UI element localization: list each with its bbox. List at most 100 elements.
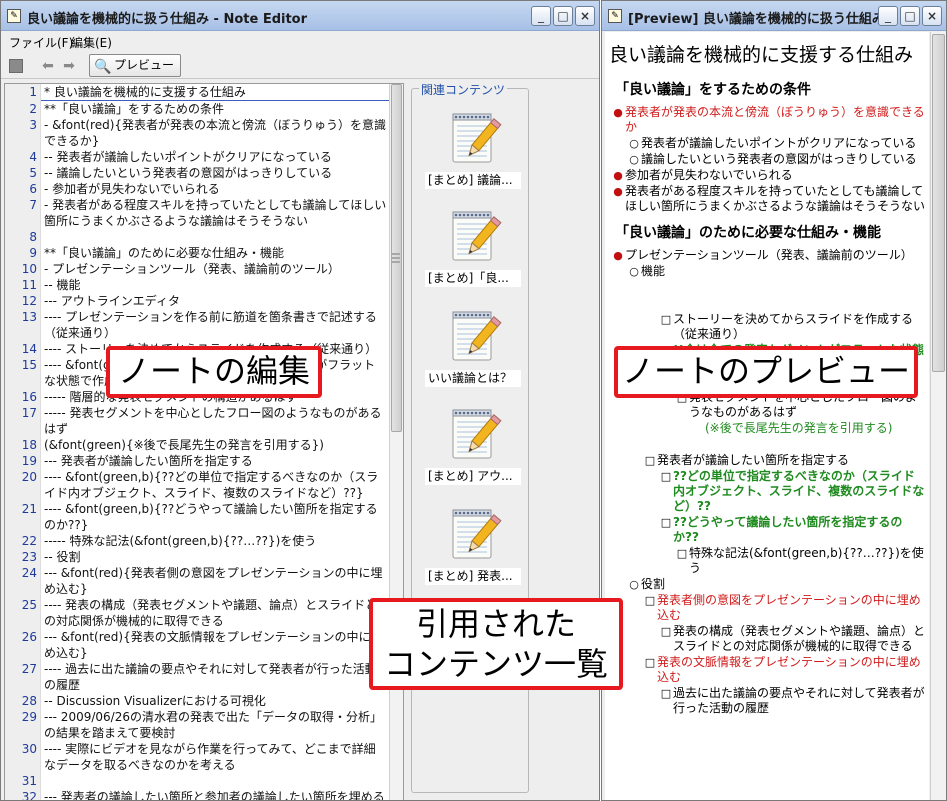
menu-file[interactable]: ファイル(F) [9,34,73,51]
line-text[interactable]: --- 2009/06/26の清水君の発表で出た「データの取得・分析」の結果を踏… [41,709,389,741]
code-line[interactable]: 27 ---- 過去に出た議論の要点やそれに対して発表者が行った活動の履歴 [5,661,389,693]
code-line[interactable]: 8 [5,229,389,245]
code-line[interactable]: 3 - &font(red){発表者が発表の本流と傍流（ぼうりゅう）を意識できるか… [5,117,389,149]
minimize-button[interactable]: _ [531,6,551,26]
list-bullet-icon: □ [644,656,656,669]
code-line[interactable]: 17 ----- 発表セグメントを中心としたフロー図のようなものがあるはず [5,405,389,437]
preview-list-item: ● 参加者が見失わないでいられる [609,168,925,183]
related-note-caption[interactable]: [まとめ]「良... [425,270,521,287]
code-lines[interactable]: 1 * 良い議論を機械的に支援する仕組み 2 **「良い議論」をするための条件 3 - &… [5,84,389,801]
related-note-caption[interactable]: いい議論とは？ [425,370,521,387]
preview-list-item: ○ 役割 [609,577,925,592]
code-line[interactable]: 23 -- 役割 [5,549,389,565]
line-text[interactable] [41,773,389,789]
maximize-button[interactable]: □ [900,6,920,26]
preview-list-text: 発表者側の意図をプレゼンテーションの中に埋め込む [657,593,921,622]
line-text[interactable]: - 発表者がある程度スキルを持っていたとしても議論してほしい箇所にうまくかぶさる… [41,197,389,229]
line-text[interactable]: * 良い議論を機械的に支援する仕組み [41,84,389,101]
line-text[interactable]: ---- 発表の構成（発表セグメントや議題、論点）とスライドとの対応関係が機械的… [41,597,389,629]
line-text[interactable]: -- 発表者が議論したいポイントがクリアになっている [41,149,389,165]
line-text[interactable]: -- 機能 [41,277,389,293]
list-bullet-icon: ○ [629,137,639,150]
related-note-caption[interactable]: [まとめ] 議論... [425,172,521,189]
close-button[interactable]: × [575,6,595,26]
splitter-handle[interactable] [392,251,400,267]
related-note-item[interactable]: いい議論とは？ [425,306,521,387]
line-text[interactable]: ---- 過去に出た議論の要点やそれに対して発表者が行った活動の履歴 [41,661,389,693]
code-line[interactable]: 24 --- &font(red){発表者側の意図をプレゼンテーションの中に埋め込… [5,565,389,597]
code-line[interactable]: 11 -- 機能 [5,277,389,293]
preview-list-text: ??どの単位で指定するべきなのか（スライド内オブジェクト、スライド、複数のスライ… [673,469,925,513]
line-text[interactable]: --- &font(red){発表の文脈情報をプレゼンテーションの中に埋め込む} [41,629,389,661]
line-text[interactable]: -- 議論したいという発表者の意図がはっきりしている [41,165,389,181]
related-note-caption[interactable]: [まとめ] 発表... [425,568,521,585]
code-line[interactable]: 18 (&font(green){※後で長尾先生の発言を引用する}) [5,437,389,453]
line-text[interactable]: ----- 特殊な記法(&font(green,b){??…??})を使う [41,533,389,549]
line-text[interactable]: - プレゼンテーションツール（発表、議論前のツール） [41,261,389,277]
maximize-button[interactable]: □ [553,6,573,26]
preview-scrollbar-thumb[interactable] [932,34,945,372]
editor-scrollbar[interactable] [389,84,403,800]
code-line[interactable]: 2 **「良い議論」をするための条件 [5,101,389,117]
code-line[interactable]: 29 --- 2009/06/26の清水君の発表で出た「データの取得・分析」の結果… [5,709,389,741]
line-text[interactable]: ---- &font(green,b){??どの単位で指定するべきなのか（スライ… [41,469,389,501]
related-note-item[interactable]: [まとめ] アウ... [425,404,521,485]
code-line[interactable]: 12 --- アウトラインエディタ [5,293,389,309]
line-text[interactable]: --- 発表者の議論したい箇所と参加者の議論したい箇所を埋める [41,789,389,800]
code-line[interactable]: 22 ----- 特殊な記法(&font(green,b){??…??})を使う [5,533,389,549]
code-line[interactable]: 31 [5,773,389,789]
line-text[interactable]: (&font(green){※後で長尾先生の発言を引用する}) [41,437,389,453]
code-line[interactable]: 21 ---- &font(green,b){??どうやって議論したい箇所を指定す… [5,501,389,533]
line-text[interactable]: ---- &font(green,b){??どうやって議論したい箇所を指定するの… [41,501,389,533]
line-text[interactable]: -- 役割 [41,549,389,565]
stop-icon[interactable] [6,56,26,76]
line-text[interactable]: -- Discussion Visualizerにおける可視化 [41,693,389,709]
code-line[interactable]: 5 -- 議論したいという発表者の意図がはっきりしている [5,165,389,181]
code-line[interactable]: 6 - 参加者が見失わないでいられる [5,181,389,197]
code-line[interactable]: 28 -- Discussion Visualizerにおける可視化 [5,693,389,709]
line-text[interactable]: ---- 実際にビデオを見ながら作業を行ってみて、どこまで詳細なデータを取るべき… [41,741,389,773]
code-line[interactable]: 26 --- &font(red){発表の文脈情報をプレゼンテーションの中に埋め込… [5,629,389,661]
line-text[interactable]: **「良い議論」をするための条件 [41,101,389,117]
code-line[interactable]: 32 --- 発表者の議論したい箇所と参加者の議論したい箇所を埋める [5,789,389,801]
line-text[interactable]: ----- 発表セグメントを中心としたフロー図のようなものがあるはず [41,405,389,437]
preview-list-item: □ 過去に出た議論の要点やそれに対して発表者が行った活動の履歴 [609,686,925,716]
redo-arrow-icon[interactable]: ➡ [59,56,79,76]
line-number: 21 [21,502,37,516]
related-note-item[interactable]: [まとめ] 議論... [425,108,521,189]
code-line[interactable]: 19 --- 発表者が議論したい箇所を指定する [5,453,389,469]
line-text[interactable]: --- &font(red){発表者側の意図をプレゼンテーションの中に埋め込む} [41,565,389,597]
close-button[interactable]: × [922,6,942,26]
line-text[interactable]: --- アウトラインエディタ [41,293,389,309]
menu-edit[interactable]: 編集(E) [71,34,112,51]
code-line[interactable]: 1 * 良い議論を機械的に支援する仕組み [5,84,389,101]
code-line[interactable]: 7 - 発表者がある程度スキルを持っていたとしても議論してほしい箇所にうまくかぶさ… [5,197,389,229]
related-note-item[interactable]: [まとめ] 発表... [425,504,521,585]
list-bullet-icon: □ [660,687,672,700]
code-line[interactable]: 30 ---- 実際にビデオを見ながら作業を行ってみて、どこまで詳細なデータを取る… [5,741,389,773]
preview-window: ✎ [Preview] 良い議論を機械的に扱う仕組み _ □ × 良い議論を機械… [601,0,947,801]
code-line[interactable]: 4 -- 発表者が議論したいポイントがクリアになっている [5,149,389,165]
line-text[interactable]: ---- プレゼンテーションを作る前に筋道を箇条書きで記述する（従来通り） [41,309,389,341]
code-editor[interactable]: 1 * 良い議論を機械的に支援する仕組み 2 **「良い議論」をするための条件 3 - &… [4,83,404,801]
undo-arrow-icon[interactable]: ⬅ [38,56,58,76]
line-text[interactable]: **「良い議論」のために必要な仕組み・機能 [41,245,389,261]
related-note-item[interactable]: [まとめ]「良... [425,206,521,287]
code-line[interactable]: 20 ---- &font(green,b){??どの単位で指定するべきなのか（ス… [5,469,389,501]
editor-titlebar[interactable]: ✎ 良い議論を機械的に扱う仕組み - Note Editor _ □ × [1,1,599,31]
line-text[interactable]: --- 発表者が議論したい箇所を指定する [41,453,389,469]
line-text[interactable]: - 参加者が見失わないでいられる [41,181,389,197]
preview-titlebar[interactable]: ✎ [Preview] 良い議論を機械的に扱う仕組み _ □ × [602,1,946,31]
minimize-button[interactable]: _ [878,6,898,26]
line-text[interactable]: - &font(red){発表者が発表の本流と傍流（ぼうりゅう）を意識できるか} [41,117,389,149]
preview-scrollbar[interactable] [930,32,946,800]
preview-button[interactable]: 🔍 プレビュー [89,54,181,77]
line-text[interactable] [41,229,389,245]
code-line[interactable]: 9 **「良い議論」のために必要な仕組み・機能 [5,245,389,261]
list-bullet-icon: □ [644,454,656,467]
line-number: 32 [21,790,37,801]
code-line[interactable]: 25 ---- 発表の構成（発表セグメントや議題、論点）とスライドとの対応関係が機… [5,597,389,629]
code-line[interactable]: 13 ---- プレゼンテーションを作る前に筋道を箇条書きで記述する（従来通り） [5,309,389,341]
code-line[interactable]: 10 - プレゼンテーションツール（発表、議論前のツール） [5,261,389,277]
related-note-caption[interactable]: [まとめ] アウ... [425,468,521,485]
